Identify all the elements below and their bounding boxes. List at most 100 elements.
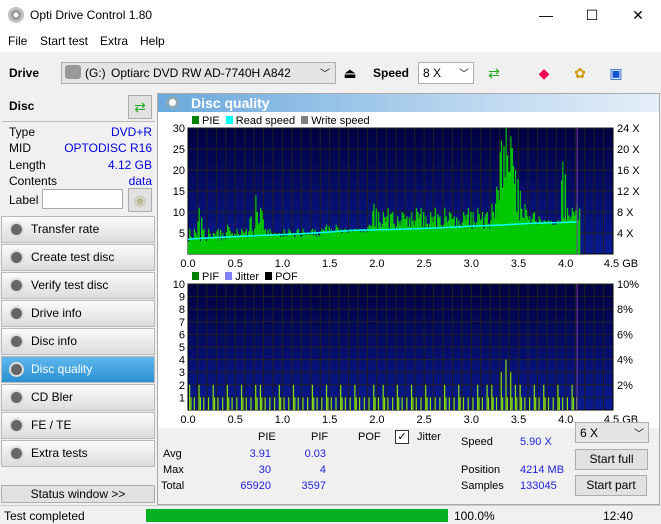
pif-bar xyxy=(383,397,386,410)
pie-bar xyxy=(245,228,248,254)
pie-bar xyxy=(378,212,380,254)
pif-bar xyxy=(505,359,507,410)
refresh-icon[interactable]: ⇄ xyxy=(482,61,506,85)
pie-bar xyxy=(278,233,281,254)
jitter-checkbox[interactable]: ✓ xyxy=(395,430,409,444)
drive-letter: (G:) xyxy=(85,66,106,80)
drive-select[interactable]: (G:) Optiarc DVD RW AD-7740H A842 ﹀ xyxy=(61,62,336,84)
nav-label: FE / TE xyxy=(31,418,72,432)
pif-bar xyxy=(566,397,568,410)
nav-disc-info[interactable]: Disc info xyxy=(1,328,155,355)
nav-transfer-rate[interactable]: Transfer rate xyxy=(1,216,155,243)
pif-bar xyxy=(420,397,422,410)
y-tick-label: 8 xyxy=(179,304,185,316)
menu-file[interactable]: File xyxy=(8,34,27,48)
pie-bar xyxy=(255,195,257,254)
x-tick-label: 2.5 xyxy=(416,258,431,270)
speed-label: Speed xyxy=(373,66,410,80)
app-icon xyxy=(8,7,24,23)
pie-bar xyxy=(345,228,347,254)
pie-bar xyxy=(212,233,214,254)
minimize-button[interactable]: — xyxy=(523,0,569,30)
pie-bar xyxy=(486,212,488,254)
nav-drive-info[interactable]: Drive info xyxy=(1,300,155,327)
pif-bar xyxy=(486,384,488,410)
disc-quality-panel: Disc quality PIE Read speed Write speed … xyxy=(157,93,660,505)
pie-bar xyxy=(524,203,526,254)
pif-bar xyxy=(278,384,280,410)
start-full-button[interactable]: Start full xyxy=(575,449,648,470)
pie-bar xyxy=(217,228,219,254)
pie-bar xyxy=(496,186,498,254)
pif-bar xyxy=(415,397,417,410)
nav-disc-quality[interactable]: Disc quality xyxy=(1,356,155,383)
pif-bar xyxy=(344,397,347,410)
nav-create-test-disc[interactable]: Create test disc xyxy=(1,244,155,271)
pif-bar xyxy=(255,384,257,410)
pie-bar xyxy=(566,207,569,254)
save-icon[interactable]: ▣ xyxy=(604,61,628,85)
pif-bar xyxy=(335,397,337,410)
pif-bar xyxy=(506,397,508,410)
pif-chart: 0.0 0.5 1.0 1.5 2.0 2.5 3.0 3.5 4.0 4.5 GB1234567… xyxy=(173,279,639,426)
pif-bar xyxy=(349,397,351,410)
nav-cd-bler[interactable]: CD Bler xyxy=(1,384,155,411)
position-label: Position xyxy=(461,464,501,476)
pie-bar xyxy=(340,228,342,254)
type-label: Type xyxy=(9,125,36,139)
y2-tick-label: 10% xyxy=(617,279,639,291)
pif-bar xyxy=(401,397,403,410)
disc-refresh-button[interactable]: ⇄ xyxy=(128,95,152,119)
disc-icon[interactable]: ◉ xyxy=(128,188,152,212)
pof-header: POF xyxy=(358,431,381,443)
disc-icon xyxy=(9,306,24,321)
panel-header: Disc quality xyxy=(158,94,659,112)
pie-bar xyxy=(434,207,436,254)
start-part-button[interactable]: Start part xyxy=(575,475,647,496)
test-speed-select[interactable]: 6 X ﹀ xyxy=(575,422,649,443)
drive-label: Drive xyxy=(9,66,40,80)
nav-label: CD Bler xyxy=(31,390,74,404)
nav-extra-tests[interactable]: Extra tests xyxy=(1,440,155,467)
maximize-button[interactable]: ☐ xyxy=(569,0,615,30)
settings-icon[interactable]: ✿ xyxy=(568,61,592,85)
mid-label: MID xyxy=(9,141,31,155)
pie-bar xyxy=(420,207,422,254)
nav-fe-te[interactable]: FE / TE xyxy=(1,412,155,439)
pif-bar xyxy=(543,384,545,410)
pif-bar xyxy=(524,397,526,410)
label-input[interactable] xyxy=(42,189,123,209)
nav-verify-test-disc[interactable]: Verify test disc xyxy=(1,272,155,299)
pie-header: PIE xyxy=(258,431,276,443)
eject-icon[interactable]: ⏏ xyxy=(338,61,362,85)
pie-bar xyxy=(515,170,517,254)
y-tick-label: 3 xyxy=(179,367,185,379)
menu-start-test[interactable]: Start test xyxy=(40,34,88,48)
x-tick-label: 2.5 xyxy=(416,414,431,426)
pie-bar xyxy=(274,233,276,254)
speed-select[interactable]: 8 X ﹀ xyxy=(418,62,474,84)
menu-extra[interactable]: Extra xyxy=(100,34,128,48)
y-tick-label: 25 xyxy=(173,144,185,156)
samples-label: Samples xyxy=(461,480,504,492)
status-window-button[interactable]: Status window >> xyxy=(1,485,155,503)
pie-bar xyxy=(444,207,446,254)
pie-bar xyxy=(467,207,469,254)
pif-bar xyxy=(467,397,469,410)
contents-value: data xyxy=(128,174,152,188)
pif-bar xyxy=(571,384,573,410)
close-button[interactable]: ✕ xyxy=(615,0,661,30)
y2-tick-label: 4 X xyxy=(617,228,634,240)
menu-help[interactable]: Help xyxy=(140,34,165,48)
pie-bar xyxy=(548,220,550,254)
pif-bar xyxy=(492,397,494,410)
pif-bar xyxy=(382,384,384,410)
pie-bar xyxy=(226,224,229,254)
pif-bar xyxy=(520,397,523,410)
pif-bar xyxy=(472,397,474,410)
y2-tick-label: 8% xyxy=(617,304,633,316)
pif-bar xyxy=(458,384,460,410)
eraser-icon[interactable]: ◆ xyxy=(532,61,556,85)
pif-bar xyxy=(212,384,214,410)
pif-bar xyxy=(231,397,233,410)
